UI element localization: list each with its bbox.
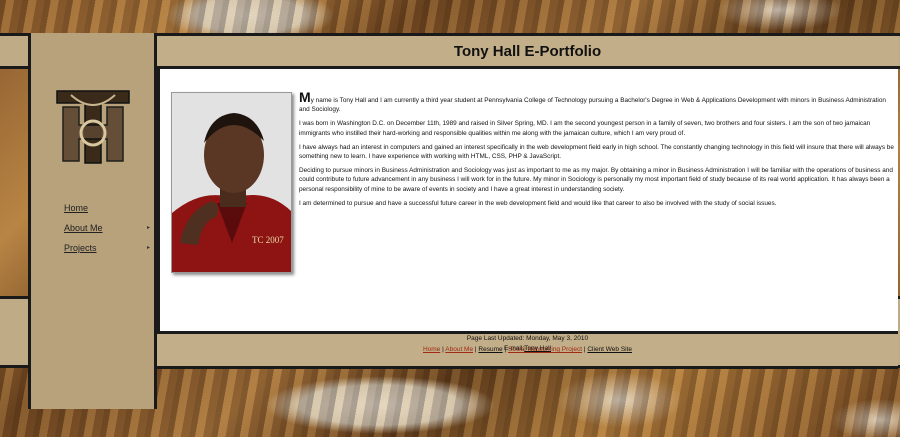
profile-photo: TC 2007 xyxy=(171,92,292,273)
bio-paragraph-1: My name is Tony Hall and I am currently … xyxy=(299,89,886,114)
background-texture-top xyxy=(0,0,900,33)
page-title: Tony Hall E-Portfolio xyxy=(453,43,602,60)
dropcap-letter: M xyxy=(299,89,311,105)
bio-paragraph-2: I was born in Washington D.C. on Decembe… xyxy=(299,120,871,137)
email-link[interactable]: Tony Hall xyxy=(524,345,551,352)
page-header: Tony Hall E-Portfolio xyxy=(157,33,898,69)
submenu-arrow-icon: ▸ xyxy=(146,225,150,231)
photo-caption: TC 2007 xyxy=(252,235,284,245)
bio-paragraph-5: I am determined to pursue and have a suc… xyxy=(299,199,777,207)
sidebar-item-projects[interactable]: Projects ▸ xyxy=(64,243,154,263)
sidebar-item-about-me[interactable]: About Me ▸ xyxy=(64,223,154,243)
last-updated-text: Page Last Updated: Monday, May 3, 2010 xyxy=(466,335,589,342)
portrait-illustration: TC 2007 xyxy=(172,93,291,272)
nav-link-home[interactable]: Home xyxy=(64,203,88,213)
bio-text: My name is Tony Hall and I am currently … xyxy=(299,89,897,213)
bio-paragraph-3: I have always had an interest in compute… xyxy=(299,143,894,161)
th-monogram-logo xyxy=(56,90,130,164)
email-line: E-mail:Tony Hall xyxy=(157,345,898,352)
sidebar: Home About Me ▸ Projects ▸ xyxy=(28,33,157,409)
nav-link-projects[interactable]: Projects xyxy=(64,243,97,253)
nav-link-about-me[interactable]: About Me xyxy=(64,223,103,233)
bio-paragraph-4: Deciding to pursue minors in Business Ad… xyxy=(299,167,893,193)
email-prefix: E-mail: xyxy=(504,345,525,352)
submenu-arrow-icon: ▸ xyxy=(146,245,150,251)
sidebar-item-home[interactable]: Home xyxy=(64,203,154,223)
content-area: TC 2007 My name is Tony Hall and I am cu… xyxy=(157,69,898,331)
sidebar-nav: Home About Me ▸ Projects ▸ xyxy=(64,203,154,263)
main-panel: Tony Hall E-Portfolio TC 2007 My name is… xyxy=(157,33,898,369)
